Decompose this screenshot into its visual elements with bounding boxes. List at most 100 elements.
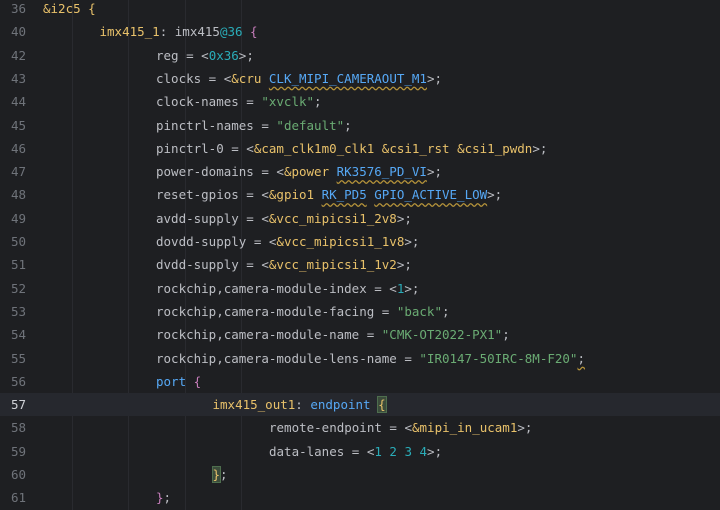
code-token: &vcc_mipicsi1_1v2 [268, 257, 397, 273]
code-token: clock-names = [156, 94, 262, 110]
code-token: : [159, 24, 175, 40]
code-token: >; [487, 187, 503, 203]
code-token: ; [163, 490, 172, 506]
code-line[interactable]: 55 rockchip,camera-module-lens-name = "IR… [0, 347, 720, 370]
code-text: remote-endpoint = <&mipi_in_ucam1>; [269, 416, 532, 439]
code-token: pinctrl-names = [156, 117, 277, 133]
line-number: 57 [10, 397, 26, 413]
code-token: >; [404, 280, 420, 296]
code-token: GPIO_ACTIVE_LOW [374, 187, 488, 203]
code-token: "IR0147-50IRC-8M-F20" [419, 350, 578, 366]
code-token: 1 2 3 4 [374, 443, 428, 459]
code-token: power-domains = < [156, 164, 284, 180]
code-token: &csi1_pwdn [457, 140, 533, 156]
line-number: 52 [10, 280, 26, 296]
line-number: 59 [10, 443, 26, 459]
code-text: pinctrl-0 = <&cam_clk1m0_clk1 &csi1_rst … [156, 137, 547, 160]
code-token: ; [441, 303, 450, 319]
line-number: 61 [10, 490, 26, 506]
code-token: : [295, 397, 311, 413]
code-text: clock-names = "xvclk"; [156, 90, 322, 113]
code-token: } [211, 466, 221, 483]
code-token: reset-gpios = < [156, 187, 269, 203]
code-token: "default" [276, 117, 345, 133]
code-line[interactable]: 59 data-lanes = <1 2 3 4>; [0, 440, 720, 463]
code-token: >; [396, 210, 412, 226]
code-text: clocks = <&cru CLK_MIPI_CAMERAOUT_M1>; [156, 67, 442, 90]
code-line[interactable]: 46 pinctrl-0 = <&cam_clk1m0_clk1 &csi1_rs… [0, 137, 720, 160]
code-line[interactable]: 61}; [0, 486, 720, 509]
code-text: rockchip,camera-module-lens-name = "IR01… [156, 347, 585, 370]
code-line[interactable]: 49 avdd-supply = <&vcc_mipicsi1_2v8>; [0, 207, 720, 230]
line-number: 53 [10, 303, 26, 319]
line-number: 43 [10, 70, 26, 86]
code-token: imx415 [174, 24, 220, 40]
line-number: 49 [10, 210, 26, 226]
code-line[interactable]: 48 reset-gpios = <&gpio1 RK_PD5 GPIO_ACTI… [0, 183, 720, 206]
code-line[interactable]: 53 rockchip,camera-module-facing = "back"… [0, 300, 720, 323]
code-line[interactable]: 57 imx415_out1: endpoint { [0, 393, 720, 417]
code-text: rockchip,camera-module-index = <1>; [156, 277, 419, 300]
code-token: dovdd-supply = < [156, 234, 277, 249]
line-number: 51 [10, 257, 26, 273]
code-text: rockchip,camera-module-facing = "back"; [156, 300, 450, 323]
code-token: &vcc_mipicsi1_1v8 [276, 234, 405, 249]
code-editor[interactable]: 36 &i2c5 {40 imx415_1: imx415@36 { 42 reg = … [0, 0, 720, 510]
code-token: { [186, 373, 202, 389]
code-token: >; [404, 234, 420, 249]
code-token: 0x36 [208, 47, 239, 63]
code-line[interactable]: 47 power-domains = <&power RK3576_PD_VI>; [0, 160, 720, 183]
code-text: &i2c5 { [43, 0, 96, 20]
line-number: 47 [10, 164, 26, 180]
code-token: &cam_clk1m0_clk1 [253, 140, 375, 156]
code-token: "back" [396, 303, 442, 319]
code-text: data-lanes = <1 2 3 4>; [269, 440, 442, 463]
code-line[interactable]: 50 dovdd-supply = <&vcc_mipicsi1_1v8>; [0, 230, 720, 253]
code-token: { [377, 396, 387, 414]
code-line[interactable]: 52 rockchip,camera-module-index = <1>; [0, 277, 720, 300]
code-text: port { [156, 370, 201, 393]
code-line[interactable]: 44 clock-names = "xvclk"; [0, 90, 720, 113]
code-text: dovdd-supply = <&vcc_mipicsi1_1v8>; [156, 230, 419, 253]
line-number: 48 [10, 187, 26, 203]
code-line[interactable]: 54 rockchip,camera-module-name = "CMK-OT2… [0, 323, 720, 346]
code-line[interactable]: 56 port { [0, 370, 720, 393]
code-text: dvdd-supply = <&vcc_mipicsi1_1v2>; [156, 253, 412, 276]
code-line[interactable]: 43 clocks = <&cru CLK_MIPI_CAMERAOUT_M1>; [0, 67, 720, 90]
line-number: 60 [10, 467, 26, 482]
code-token: >; [238, 47, 254, 63]
code-token: reg = < [156, 47, 209, 63]
code-token: "xvclk" [261, 94, 315, 110]
code-line[interactable]: 45 pinctrl-names = "default"; [0, 114, 720, 137]
line-number: 42 [10, 47, 26, 63]
code-token: pinctrl-0 = < [156, 140, 254, 156]
code-line[interactable]: 42 reg = <0x36>; [0, 44, 720, 67]
code-token: imx415_1 [99, 24, 160, 40]
code-token: { [242, 24, 258, 40]
code-token: clocks = < [156, 70, 232, 86]
code-token: @36 [219, 24, 243, 40]
code-token: rockchip,camera-module-index = < [156, 280, 397, 296]
code-line[interactable]: 36 &i2c5 { [0, 0, 720, 20]
code-token: &vcc_mipicsi1_2v8 [268, 210, 397, 226]
line-number: 56 [10, 373, 26, 389]
code-token: ; [502, 327, 510, 343]
code-line[interactable]: 40 imx415_1: imx415@36 { [0, 20, 720, 43]
code-line[interactable]: 51 dvdd-supply = <&vcc_mipicsi1_1v2>; [0, 253, 720, 276]
code-token: rockchip,camera-module-name = [156, 327, 382, 343]
code-text: avdd-supply = <&vcc_mipicsi1_2v8>; [156, 207, 412, 230]
code-line[interactable]: 58 remote-endpoint = <&mipi_in_ucam1>; [0, 416, 720, 439]
code-token: RK3576_PD_VI [336, 164, 427, 180]
code-text: rockchip,camera-module-name = "CMK-OT202… [156, 323, 510, 346]
code-text: imx415_1: imx415@36 { [100, 20, 258, 43]
code-token: } [156, 490, 164, 506]
code-token: &gpio1 [268, 187, 315, 203]
code-text: reg = <0x36>; [156, 44, 254, 67]
code-line[interactable]: 60}; [0, 463, 720, 486]
line-number: 36 [10, 1, 26, 16]
code-token: CLK_MIPI_CAMERAOUT_M1 [268, 70, 427, 86]
